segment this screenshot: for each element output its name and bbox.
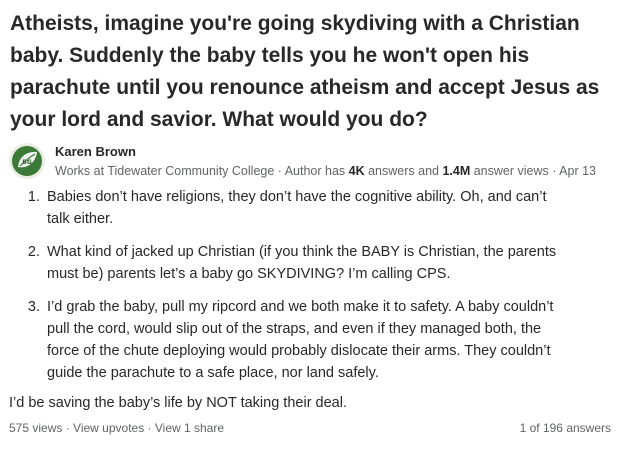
- separator: ·: [144, 421, 155, 435]
- answer-list-item: What kind of jacked up Christian (if you…: [44, 241, 572, 285]
- footer-stats: 575 views · View upvotes · View 1 share: [9, 421, 224, 435]
- author-credential: Works at Tidewater Community College · A…: [55, 164, 596, 178]
- svg-text:BG: BG: [22, 159, 32, 166]
- author-avatar[interactable]: BG: [9, 143, 45, 179]
- author-header: BG Karen Brown Works at Tidewater Commun…: [9, 143, 613, 183]
- views-count: 1.4M: [442, 164, 471, 178]
- views-label: answer views · Apr 13: [470, 164, 596, 178]
- answer-body: Babies don’t have religions, they don’t …: [9, 186, 609, 411]
- answer-list: Babies don’t have religions, they don’t …: [9, 186, 609, 384]
- answers-count: 4K: [348, 164, 365, 178]
- answer-footer: 575 views · View upvotes · View 1 share …: [9, 421, 611, 435]
- view-upvotes-link[interactable]: View upvotes: [73, 421, 144, 435]
- answer-pagination: 1 of 196 answers: [519, 421, 611, 435]
- answer-list-item: I’d grab the baby, pull my ripcord and w…: [44, 296, 572, 384]
- answer-closing: I’d be saving the baby’s life by NOT tak…: [9, 395, 347, 411]
- author-name[interactable]: Karen Brown: [55, 144, 136, 159]
- view-count: 575 views: [9, 421, 63, 435]
- separator: ·: [62, 421, 74, 435]
- leaf-logo-icon: BG: [9, 143, 45, 179]
- view-shares-link[interactable]: View 1 share: [155, 421, 224, 435]
- question-title[interactable]: Atheists, imagine you're going skydiving…: [10, 8, 610, 136]
- credential-prefix: Works at Tidewater Community College · A…: [55, 164, 349, 178]
- answers-label: answers and: [364, 164, 443, 178]
- answer-list-item: Babies don’t have religions, they don’t …: [44, 186, 572, 230]
